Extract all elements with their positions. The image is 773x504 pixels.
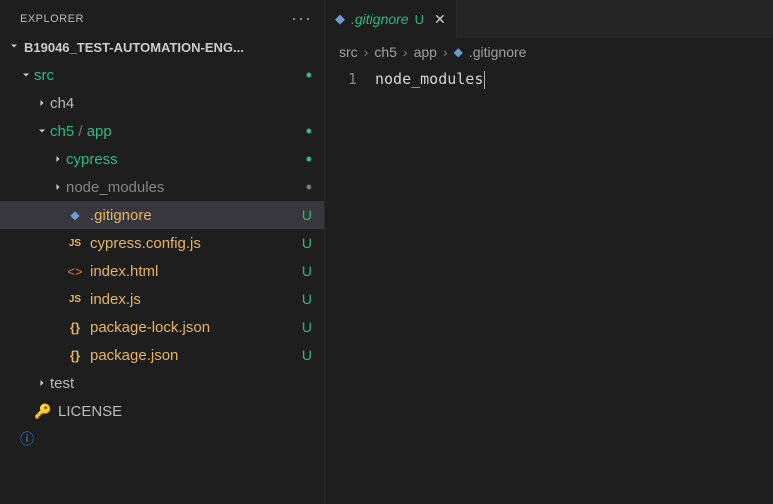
git-modified-dot-icon: • [306, 65, 312, 86]
code-line[interactable]: node_modules [375, 68, 485, 90]
file-label: index.html [90, 263, 302, 280]
chevron-right-icon [50, 181, 66, 193]
info-icon[interactable]: ⓘ [0, 425, 324, 453]
tree-file-package-json[interactable]: · {} package.json U [0, 341, 324, 369]
close-tab-icon[interactable]: ✕ [434, 11, 446, 28]
chevron-down-icon [18, 69, 34, 81]
breadcrumb-item[interactable]: src [339, 44, 358, 60]
explorer-sidebar: EXPLORER ··· B19046_TEST-AUTOMATION-ENG.… [0, 0, 325, 504]
tree-file-license[interactable]: · 🔑 LICENSE [0, 397, 324, 425]
folder-label: test [50, 375, 312, 392]
folder-label: ch4 [50, 95, 312, 112]
tree-file-index-html[interactable]: · <> index.html U [0, 257, 324, 285]
text-cursor [484, 71, 485, 89]
chevron-right-icon: › [364, 44, 369, 60]
folder-label: ch5 / app [50, 123, 306, 140]
explorer-title: EXPLORER [20, 13, 84, 25]
license-file-icon: 🔑 [34, 403, 52, 420]
folder-label: cypress [66, 151, 306, 168]
chevron-right-icon [34, 377, 50, 389]
json-file-icon: {} [66, 348, 84, 363]
git-untracked-badge: U [302, 235, 312, 251]
file-label: package-lock.json [90, 319, 302, 336]
tab-bar: ◆ .gitignore U ✕ [325, 0, 773, 38]
more-actions-icon[interactable]: ··· [291, 8, 312, 29]
git-untracked-badge: U [302, 263, 312, 279]
js-file-icon: JS [66, 238, 84, 249]
chevron-right-icon: › [443, 44, 448, 60]
git-file-icon: ◆ [66, 208, 84, 222]
tab-label: .gitignore [351, 11, 409, 27]
chevron-right-icon: › [403, 44, 408, 60]
tree-folder-ch4[interactable]: ch4 [0, 89, 324, 117]
tree-folder-src[interactable]: src • [0, 61, 324, 89]
tree-file-gitignore[interactable]: · ◆ .gitignore U [0, 201, 324, 229]
git-untracked-badge: U [415, 12, 424, 27]
git-untracked-badge: U [302, 347, 312, 363]
json-file-icon: {} [66, 320, 84, 335]
tree-folder-ch5-app[interactable]: ch5 / app • [0, 117, 324, 145]
breadcrumb-item[interactable]: app [414, 44, 437, 60]
tab-gitignore[interactable]: ◆ .gitignore U ✕ [325, 0, 457, 38]
git-file-icon: ◆ [335, 11, 345, 27]
git-modified-dot-icon: • [306, 149, 312, 170]
git-ignored-dot-icon: • [306, 177, 312, 198]
line-number-gutter: 1 [325, 68, 375, 504]
folder-label: node_modules [66, 179, 306, 196]
breadcrumb-item[interactable]: .gitignore [469, 44, 527, 60]
file-label: LICENSE [58, 403, 312, 420]
folder-label: src [34, 67, 306, 84]
tree-file-package-lock[interactable]: · {} package-lock.json U [0, 313, 324, 341]
code-editor[interactable]: 1 node_modules [325, 66, 773, 504]
chevron-down-icon [8, 39, 20, 55]
chevron-right-icon [34, 97, 50, 109]
tree-folder-test[interactable]: test [0, 369, 324, 397]
git-untracked-badge: U [302, 319, 312, 335]
file-label: cypress.config.js [90, 235, 302, 252]
git-file-icon: ◆ [454, 45, 463, 59]
code-content[interactable]: node_modules [375, 68, 485, 504]
js-file-icon: JS [66, 294, 84, 305]
file-label: index.js [90, 291, 302, 308]
tree-folder-node-modules[interactable]: node_modules • [0, 173, 324, 201]
editor-area: ◆ .gitignore U ✕ src › ch5 › app › ◆ .gi… [325, 0, 773, 504]
breadcrumb-item[interactable]: ch5 [374, 44, 397, 60]
project-header[interactable]: B19046_TEST-AUTOMATION-ENG... [0, 35, 324, 59]
chevron-right-icon [50, 153, 66, 165]
breadcrumb[interactable]: src › ch5 › app › ◆ .gitignore [325, 38, 773, 66]
line-number: 1 [325, 68, 357, 90]
file-label: .gitignore [90, 207, 302, 224]
html-file-icon: <> [66, 264, 84, 279]
tree-file-index-js[interactable]: · JS index.js U [0, 285, 324, 313]
project-name: B19046_TEST-AUTOMATION-ENG... [24, 40, 244, 55]
tree-file-cypress-config[interactable]: · JS cypress.config.js U [0, 229, 324, 257]
git-modified-dot-icon: • [306, 121, 312, 142]
git-untracked-badge: U [302, 207, 312, 223]
file-tree: src • ch4 ch5 / app • cypress • node_mod… [0, 59, 324, 504]
git-untracked-badge: U [302, 291, 312, 307]
tree-folder-cypress[interactable]: cypress • [0, 145, 324, 173]
sidebar-header: EXPLORER ··· [0, 0, 324, 35]
file-label: package.json [90, 347, 302, 364]
chevron-down-icon [34, 125, 50, 137]
